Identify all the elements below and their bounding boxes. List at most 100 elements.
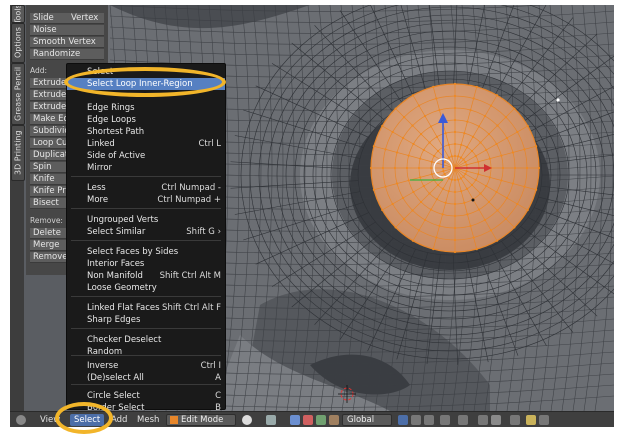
tab-tools-label: Tools: [13, 5, 23, 23]
vertex-select-icon[interactable]: [398, 415, 408, 425]
toolshelf-tabs: Tools Options Grease Pencil 3D Printing: [10, 5, 25, 411]
mesh-menu[interactable]: Mesh: [137, 414, 159, 426]
menu-item-label: Linked: [87, 139, 115, 149]
menu-item[interactable]: Edge Rings: [67, 102, 225, 114]
menu-item[interactable]: Loose Geometry: [67, 282, 225, 294]
menu-item-label: Select Similar: [87, 227, 146, 237]
snap-target-icon[interactable]: [510, 415, 520, 425]
editor-type-icon[interactable]: [16, 415, 26, 425]
pivot-point-icon[interactable]: [266, 415, 276, 425]
snap-element-icon[interactable]: [491, 415, 501, 425]
viewport-shading-icon[interactable]: [242, 415, 252, 425]
menu-item-shortcut: C: [215, 391, 221, 401]
add-menu[interactable]: Add: [111, 414, 127, 426]
menu-item-shortcut: Shift Ctrl Alt F: [162, 303, 221, 313]
menu-item-label: Random: [87, 347, 123, 357]
blender-window: Tools Options Grease Pencil 3D Printing …: [10, 5, 614, 427]
menu-item-select-loop-inner-region[interactable]: Select Loop Inner-Region: [67, 78, 225, 90]
menu-item[interactable]: Linked Ctrl L: [67, 138, 225, 150]
tab-grease-pencil[interactable]: Grease Pencil: [11, 63, 25, 125]
view-menu[interactable]: View: [40, 414, 60, 426]
menu-item-label: Checker Deselect: [87, 335, 162, 345]
mode-dropdown[interactable]: Edit Mode: [166, 414, 236, 426]
manipulator-icon[interactable]: [290, 415, 300, 425]
menu-item[interactable]: Non Manifold Shift Ctrl Alt M: [67, 270, 225, 282]
menu-item-label: Interior Faces: [87, 259, 145, 269]
menu-item[interactable]: Circle Select C: [67, 390, 225, 402]
smooth-vertex-button[interactable]: Smooth Vertex: [30, 37, 104, 48]
vertex-button[interactable]: Vertex: [68, 13, 104, 24]
menu-item[interactable]: Less Ctrl Numpad -: [67, 182, 225, 194]
menu-item-label: Shortest Path: [87, 127, 145, 137]
remove-section-label: Remove:: [30, 216, 63, 225]
menu-separator: [71, 384, 221, 385]
menu-item-shortcut: A: [215, 373, 221, 383]
menu-item-shortcut: Ctrl Numpad +: [157, 195, 221, 205]
occlude-geometry-icon[interactable]: [440, 415, 450, 425]
menu-item[interactable]: Ungrouped Verts: [67, 214, 225, 226]
orientation-label: Global: [347, 415, 375, 425]
menu-separator: [71, 296, 221, 297]
menu-item[interactable]: Sharp Edges: [67, 314, 225, 326]
snap-toggle-icon[interactable]: [478, 415, 488, 425]
tab-3d-printing-label: 3D Printing: [13, 130, 23, 176]
menu-separator: [71, 240, 221, 241]
menu-item[interactable]: Mirror: [67, 162, 225, 174]
mode-label: Edit Mode: [181, 415, 224, 425]
menu-item[interactable]: Interior Faces: [67, 258, 225, 270]
menu-item-partial[interactable]: Select: [67, 66, 225, 78]
menu-separator: [71, 328, 221, 329]
menu-item[interactable]: Edge Loops: [67, 114, 225, 126]
edit-mode-icon: [170, 416, 178, 424]
add-section-label: Add:: [30, 66, 48, 75]
edge-select-icon[interactable]: [411, 415, 421, 425]
menu-item-label: Loose Geometry: [87, 283, 157, 293]
render-animation-icon[interactable]: [539, 415, 549, 425]
menu-item-label: Non Manifold: [87, 271, 143, 281]
menu-item-shortcut: Ctrl Numpad -: [161, 183, 221, 193]
menu-item-label: (De)select All: [87, 373, 144, 383]
menu-item-shortcut: Shift G ›: [186, 227, 221, 237]
menu-item-shortcut: Ctrl I: [200, 361, 221, 371]
tab-options[interactable]: Options: [11, 23, 25, 63]
menu-item-label: Side of Active: [87, 151, 146, 161]
menu-item-partial-label: Select: [87, 67, 114, 77]
randomize-button[interactable]: Randomize: [30, 49, 104, 60]
proportional-edit-icon[interactable]: [458, 415, 468, 425]
scale-icon[interactable]: [329, 415, 339, 425]
tab-grease-pencil-label: Grease Pencil: [13, 66, 23, 122]
menu-item[interactable]: Random: [67, 346, 225, 358]
face-select-icon[interactable]: [424, 415, 434, 425]
menu-item-label: Sharp Edges: [87, 315, 141, 325]
menu-separator: [71, 176, 221, 177]
translate-icon[interactable]: [303, 415, 313, 425]
select-menu: Select Select Loop Inner-Region Edge Rin…: [66, 63, 226, 413]
spin-button[interactable]: Spin: [30, 162, 66, 173]
menu-item-label: Ungrouped Verts: [87, 215, 159, 225]
viewport-header: View Select Add Mesh Edit Mode Global: [10, 411, 614, 427]
menu-item[interactable]: More Ctrl Numpad +: [67, 194, 225, 206]
menu-item-highlighted-label: Select Loop Inner-Region: [87, 79, 193, 89]
noise-button[interactable]: Noise: [30, 25, 104, 36]
menu-item[interactable]: Select Faces by Sides: [67, 246, 225, 258]
orientation-dropdown[interactable]: Global: [342, 414, 392, 426]
rotate-icon[interactable]: [316, 415, 326, 425]
menu-item[interactable]: Shortest Path: [67, 126, 225, 138]
menu-item-label: Edge Loops: [87, 115, 136, 125]
menu-item[interactable]: (De)select All A: [67, 372, 225, 384]
knife-button[interactable]: Knife: [30, 174, 66, 185]
menu-separator: [71, 355, 221, 356]
select-menu-button[interactable]: Select: [70, 414, 105, 426]
menu-item-label: Mirror: [87, 163, 113, 173]
slide-button[interactable]: Slide: [30, 13, 68, 24]
menu-item[interactable]: Side of Active: [67, 150, 225, 162]
menu-item-label: Circle Select: [87, 391, 140, 401]
tab-tools[interactable]: Tools: [11, 5, 25, 23]
menu-item[interactable]: Select Similar Shift G ›: [67, 226, 225, 238]
tab-options-label: Options: [13, 27, 23, 59]
menu-item[interactable]: Linked Flat Faces Shift Ctrl Alt F: [67, 302, 225, 314]
menu-item[interactable]: Checker Deselect: [67, 334, 225, 346]
tab-3d-printing[interactable]: 3D Printing: [11, 125, 25, 181]
menu-item[interactable]: Inverse Ctrl I: [67, 360, 225, 372]
render-icon[interactable]: [526, 415, 536, 425]
